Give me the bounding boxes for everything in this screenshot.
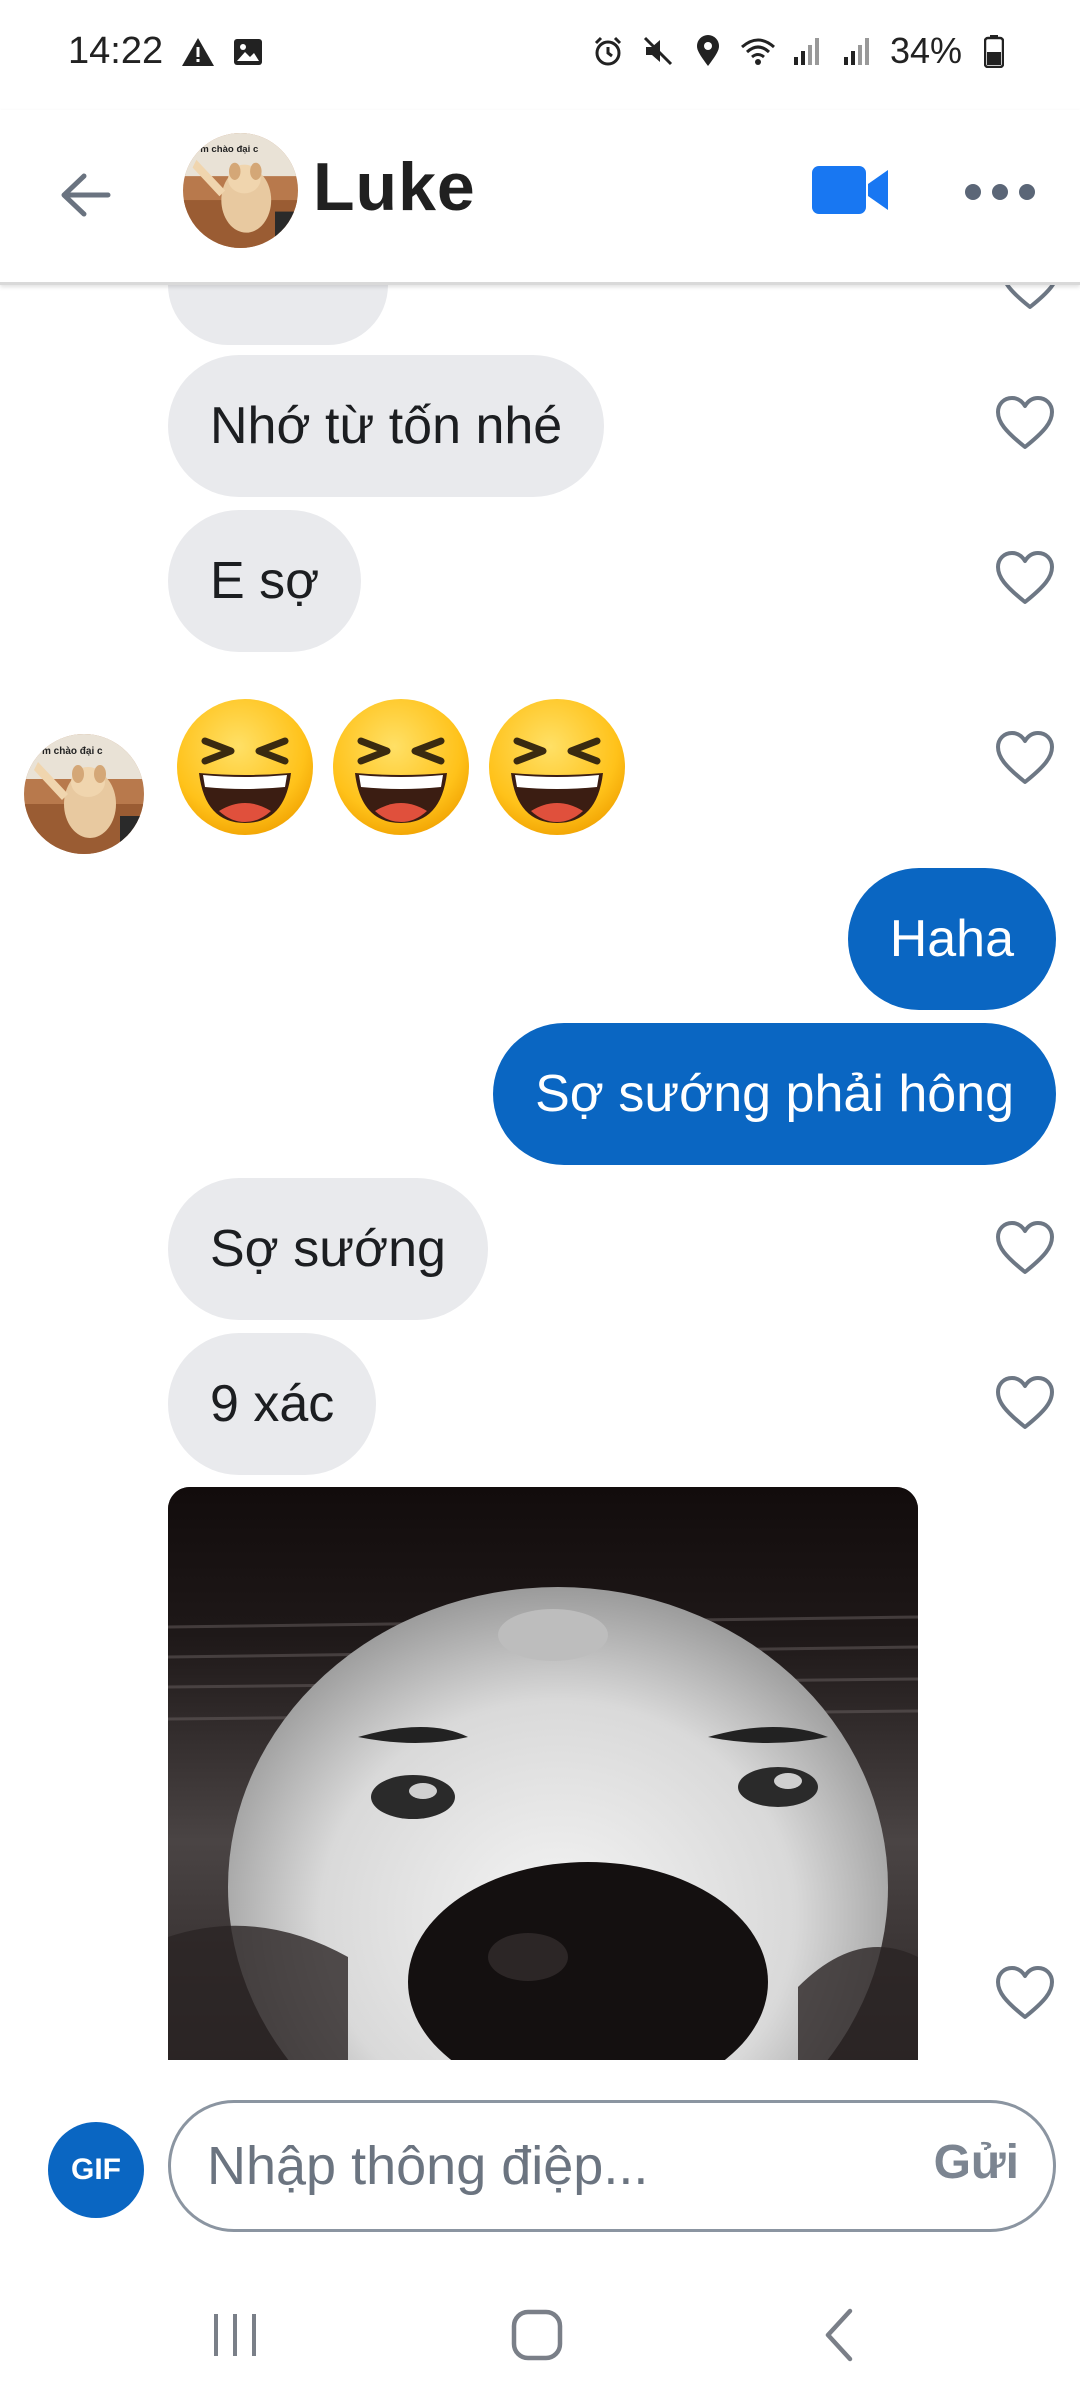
heart-icon[interactable] <box>995 395 1055 451</box>
message-bubble-outgoing[interactable]: Sợ sướng phải hông <box>493 1023 1056 1165</box>
dog-photo <box>168 1487 918 2060</box>
message-composer: GIF Gửi <box>0 2060 1080 2240</box>
heart-icon[interactable] <box>995 550 1055 606</box>
message-text: Sợ sướng phải hông <box>535 1065 1014 1123</box>
heart-icon[interactable] <box>995 1965 1055 2021</box>
home-icon <box>511 2309 563 2361</box>
message-input-container[interactable]: Gửi <box>168 2100 1056 2232</box>
laughing-face-emoji-icon[interactable] <box>485 695 629 839</box>
image-icon <box>230 34 266 70</box>
recent-apps-icon <box>214 2314 256 2356</box>
contact-avatar[interactable] <box>183 133 298 248</box>
heart-icon[interactable] <box>1000 285 1060 311</box>
contact-name[interactable]: Luke <box>313 148 476 226</box>
more-dot-icon <box>992 184 1008 200</box>
battery-icon <box>976 33 1012 69</box>
gif-button[interactable]: GIF <box>48 2122 144 2218</box>
video-call-button[interactable] <box>808 160 892 220</box>
recent-apps-button[interactable] <box>190 2300 280 2370</box>
send-button[interactable]: Gửi <box>934 2135 1019 2190</box>
heart-icon[interactable] <box>995 1375 1055 1431</box>
message-text: E sợ <box>210 552 320 610</box>
alarm-icon <box>590 33 626 69</box>
status-notification-icons <box>180 34 266 70</box>
status-time: 14:22 <box>68 30 164 72</box>
signal-icon <box>790 33 826 69</box>
more-options-button[interactable] <box>965 172 1035 212</box>
message-text: Sợ sướng <box>210 1220 446 1278</box>
home-button[interactable] <box>492 2300 582 2370</box>
message-text: 9 xác <box>210 1375 335 1433</box>
location-icon <box>690 33 726 69</box>
chat-header: Luke <box>0 110 1080 285</box>
sender-avatar[interactable] <box>24 734 144 854</box>
status-bar: 14:22 34% <box>0 0 1080 110</box>
system-back-button[interactable] <box>795 2300 885 2370</box>
gif-message-image[interactable] <box>168 1487 918 2060</box>
message-bubble[interactable]: 9 xác <box>168 1333 377 1475</box>
message-bubble-outgoing[interactable]: Haha <box>847 868 1056 1010</box>
video-camera-icon <box>812 166 888 214</box>
more-dot-icon <box>1019 184 1035 200</box>
warning-icon <box>180 34 216 70</box>
message-text: Haha <box>889 910 1014 968</box>
chevron-left-icon <box>825 2308 853 2362</box>
laughing-face-emoji-icon[interactable] <box>329 695 473 839</box>
laughing-face-emoji-icon[interactable] <box>173 695 317 839</box>
message-text: Nhớ từ tốn nhé <box>210 397 563 455</box>
message-list[interactable]: Nhớ từ tốn nhé E sợ Haha Sợ sướng phải h… <box>0 285 1080 2060</box>
wifi-icon <box>740 33 776 69</box>
battery-percent: 34% <box>889 30 962 71</box>
heart-icon[interactable] <box>995 1220 1055 1276</box>
message-input[interactable] <box>207 2103 847 2229</box>
mute-icon <box>640 33 676 69</box>
status-system-icons: 34% <box>590 30 1012 72</box>
message-bubble[interactable]: E sợ <box>168 510 362 652</box>
message-bubble-partial[interactable] <box>168 285 388 345</box>
signal-icon-2 <box>840 33 876 69</box>
message-bubble[interactable]: Nhớ từ tốn nhé <box>168 355 605 497</box>
back-button[interactable] <box>50 160 120 230</box>
more-dot-icon <box>965 184 981 200</box>
message-bubble[interactable]: Sợ sướng <box>168 1178 488 1320</box>
heart-icon[interactable] <box>995 730 1055 786</box>
system-nav-bar <box>0 2240 1080 2400</box>
arrow-left-icon <box>61 173 111 217</box>
